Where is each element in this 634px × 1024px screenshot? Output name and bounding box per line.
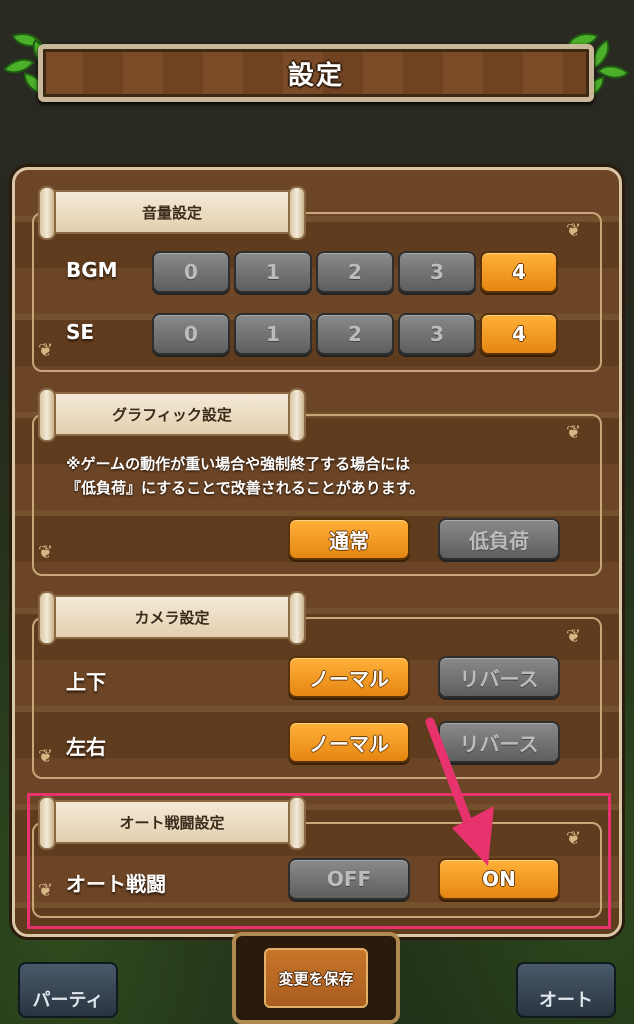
- auto-button[interactable]: オート: [516, 962, 616, 1018]
- save-changes-button[interactable]: 変更を保存: [264, 948, 368, 1008]
- save-changes-frame: 変更を保存: [232, 932, 400, 1024]
- pointer-arrow-icon: [425, 717, 494, 866]
- party-button-label: パーティ: [32, 990, 104, 1011]
- auto-button-label: オート: [539, 990, 593, 1011]
- save-changes-label: 変更を保存: [278, 969, 354, 988]
- party-button[interactable]: パーティ: [18, 962, 118, 1018]
